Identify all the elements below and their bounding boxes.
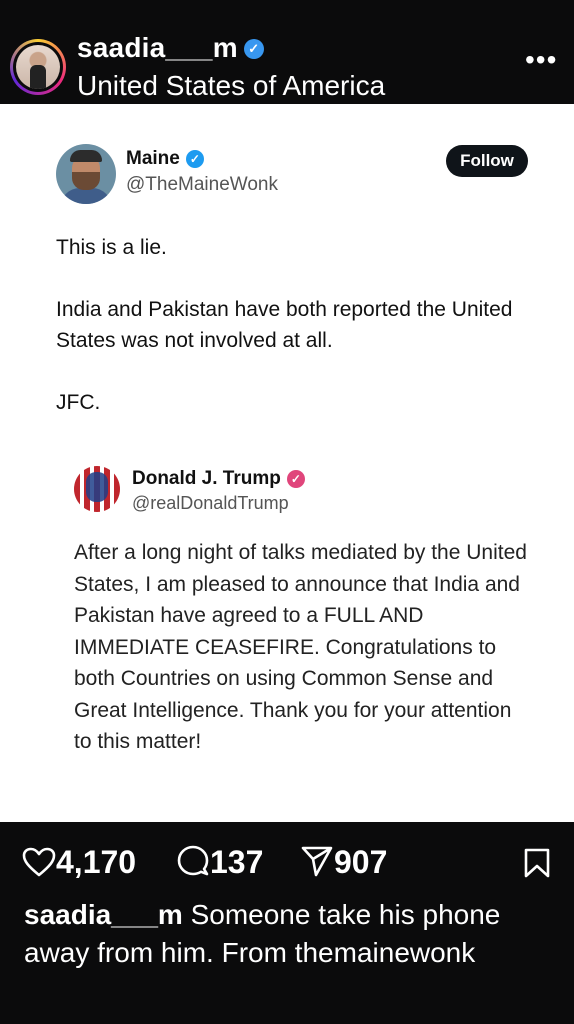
post-header: saadia___m ✓ United States of America ••• bbox=[0, 0, 574, 104]
comment-count: 137 bbox=[210, 844, 264, 880]
more-icon[interactable]: ••• bbox=[525, 46, 557, 74]
quoted-author-handle: @realDonaldTrump bbox=[132, 493, 289, 513]
share-action[interactable]: 907 bbox=[300, 844, 387, 881]
quoted-author-name: Donald J. Trump bbox=[132, 468, 281, 489]
verified-check-icon: ✓ bbox=[185, 150, 204, 168]
tweet-author-avatar bbox=[56, 144, 116, 204]
tweet-author-handle: @TheMaineWonk bbox=[126, 174, 278, 195]
bookmark-icon[interactable] bbox=[524, 848, 550, 878]
tweet-paragraph: JFC. bbox=[56, 391, 101, 414]
comment-action[interactable]: 137 bbox=[176, 844, 263, 881]
tweet-screenshot: Maine ✓ @TheMaineWonk Follow This is a li… bbox=[0, 104, 574, 822]
caption-username[interactable]: saadia___m bbox=[24, 899, 183, 930]
quoted-author-name-row: Donald J. Trump ✓ bbox=[132, 468, 305, 490]
share-icon[interactable] bbox=[300, 845, 334, 877]
tweet-author-name: Maine bbox=[126, 148, 180, 169]
tweet-author-name-row: Maine ✓ bbox=[126, 148, 204, 170]
quoted-tweet-text: After a long night of talks mediated by … bbox=[74, 541, 527, 753]
share-count: 907 bbox=[334, 844, 388, 880]
post-caption: saadia___m Someone take his phone away f… bbox=[24, 896, 554, 972]
comment-icon[interactable] bbox=[176, 845, 210, 877]
quoted-author-avatar bbox=[74, 466, 120, 512]
post-location[interactable]: United States of America bbox=[77, 70, 385, 102]
like-action[interactable]: 4,170 bbox=[22, 844, 136, 881]
tweet-text: This is a lie. India and Pakistan have b… bbox=[56, 232, 526, 449]
post-username-row[interactable]: saadia___m ✓ bbox=[77, 32, 264, 64]
follow-button: Follow bbox=[446, 145, 528, 177]
action-bar: 4,170 137 907 bbox=[0, 822, 574, 902]
post-footer: 4,170 137 907 saadia___m Someone take hi… bbox=[0, 822, 574, 1024]
verified-icon: ✓ bbox=[243, 39, 264, 59]
profile-avatar[interactable] bbox=[10, 39, 66, 95]
tweet-paragraph: India and Pakistan have both reported th… bbox=[56, 298, 513, 352]
like-count: 4,170 bbox=[56, 844, 137, 880]
heart-icon[interactable] bbox=[22, 847, 56, 877]
post-username[interactable]: saadia___m bbox=[77, 32, 238, 63]
tweet-paragraph: This is a lie. bbox=[56, 236, 167, 259]
verified-badge-icon: ✓ bbox=[286, 470, 305, 488]
